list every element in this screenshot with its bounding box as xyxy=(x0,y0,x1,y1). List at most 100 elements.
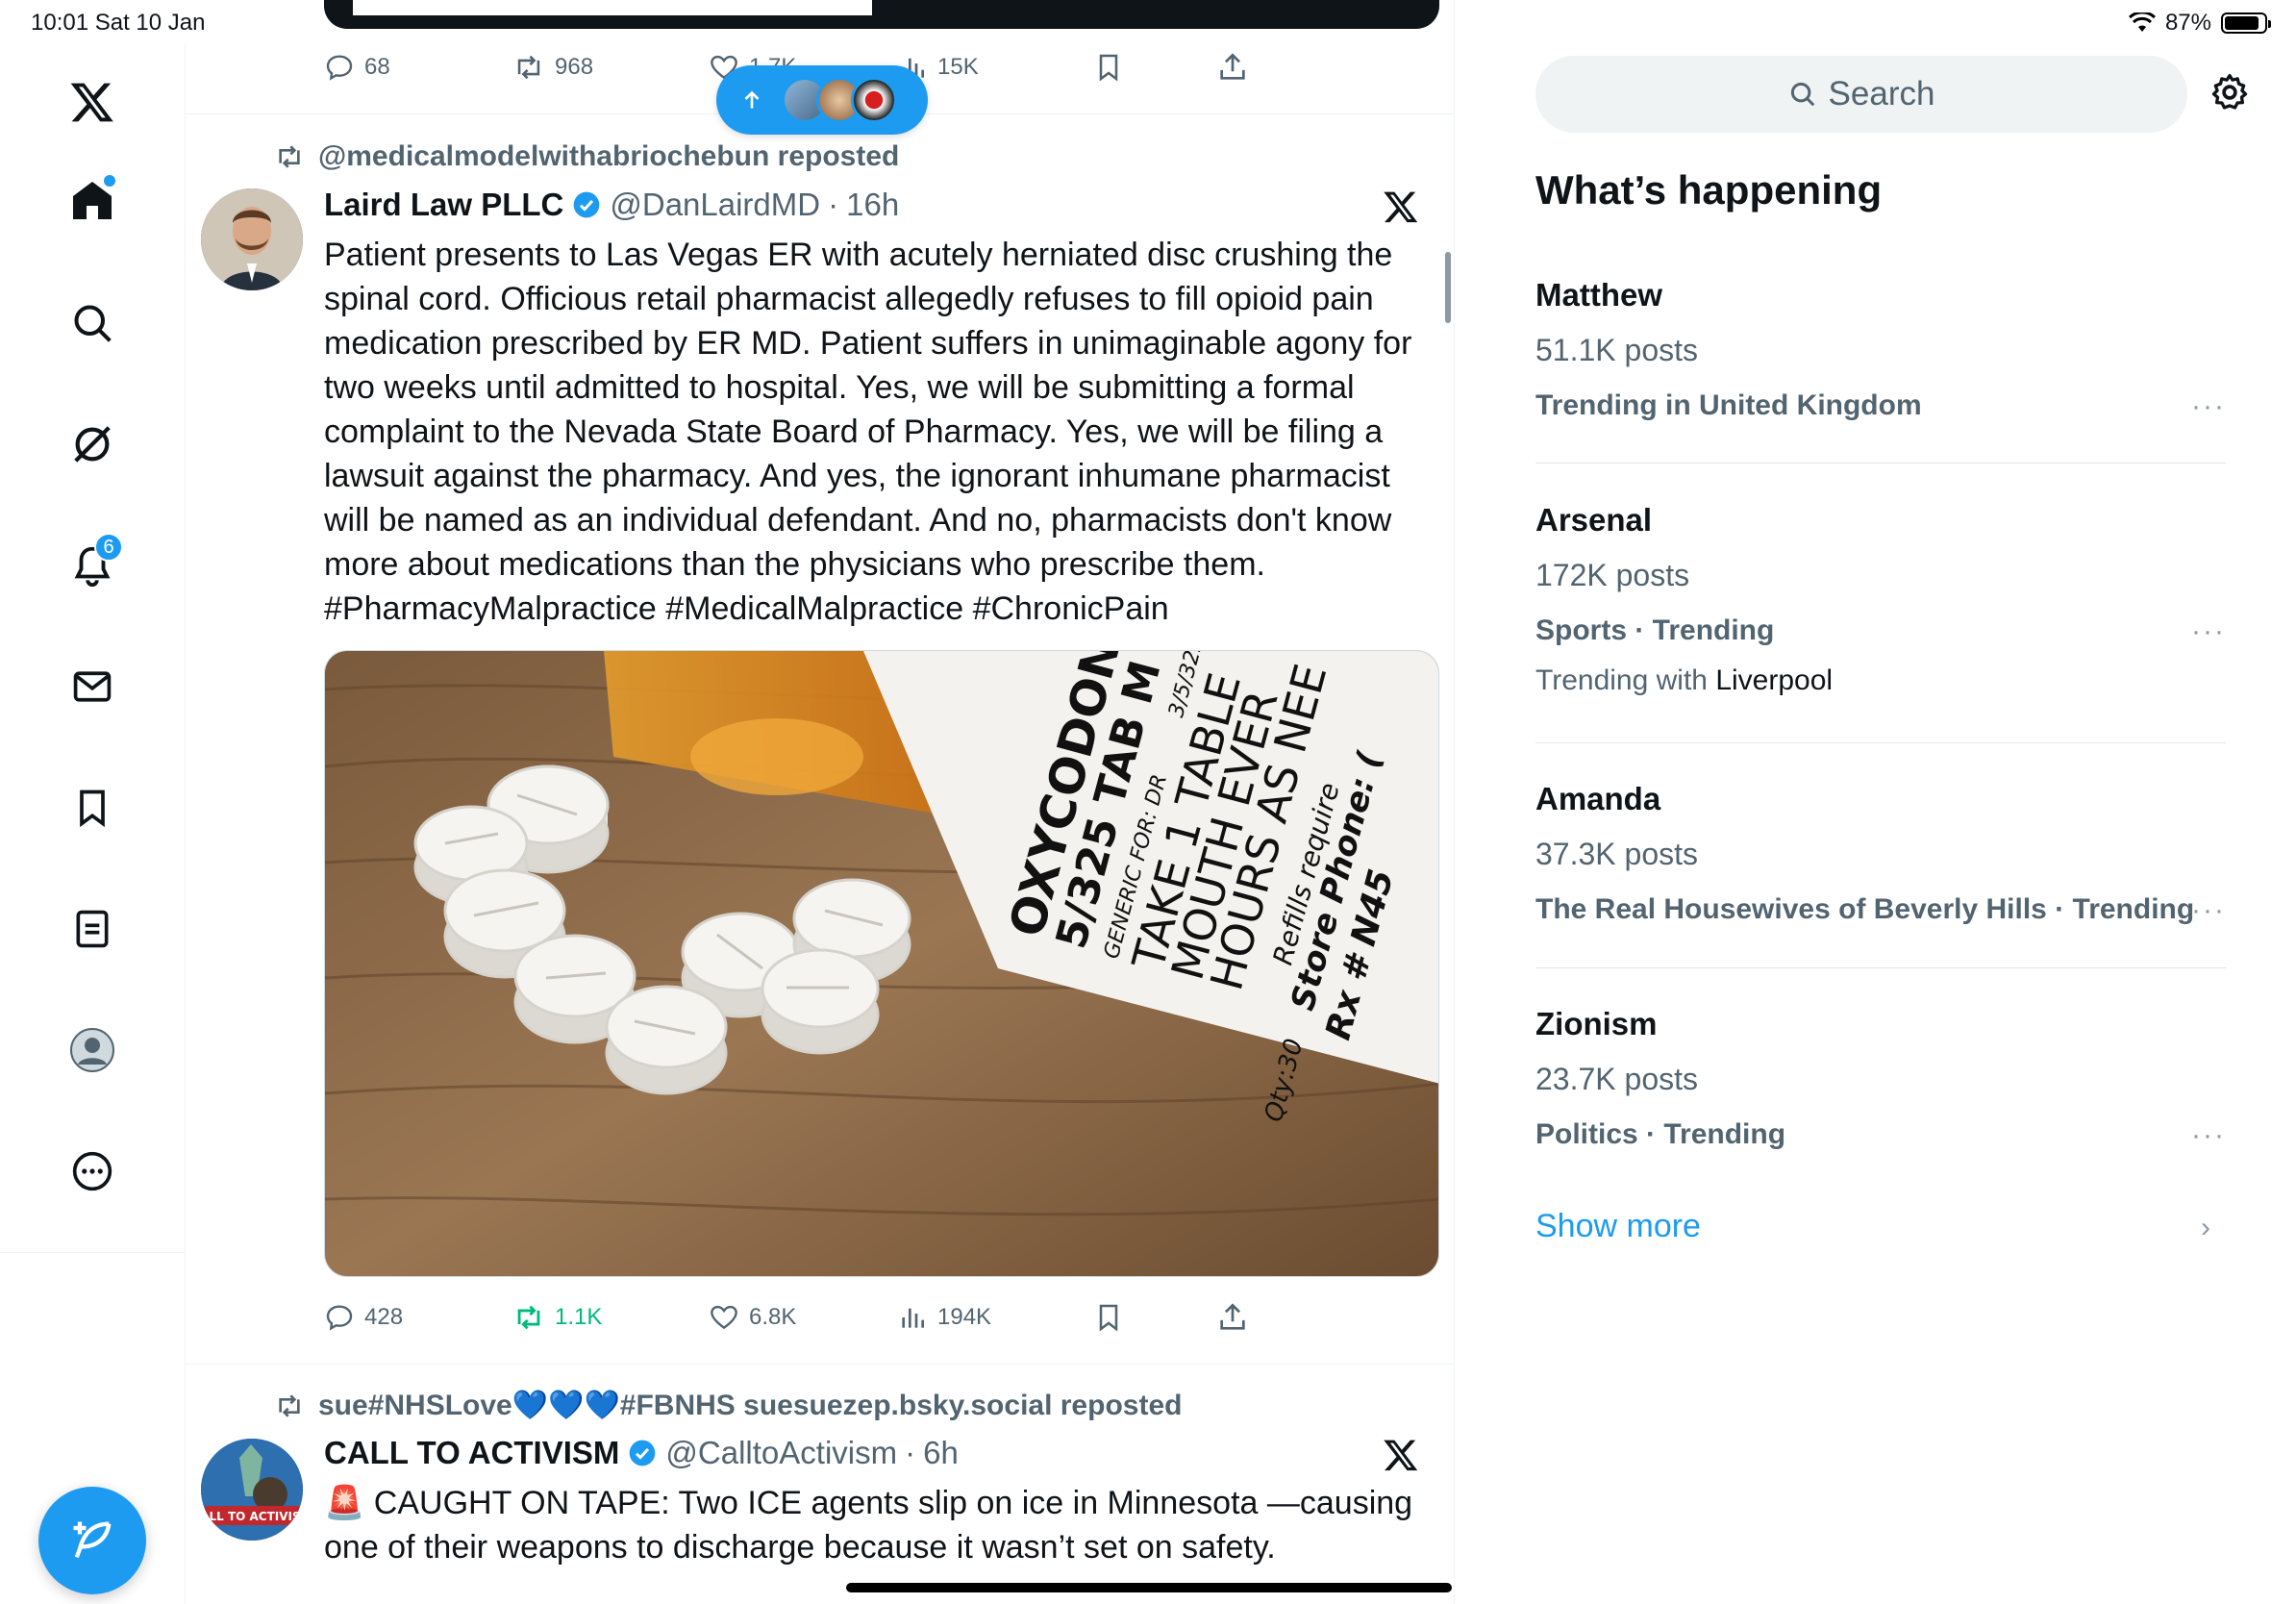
heart-icon xyxy=(711,1305,737,1330)
repost-context[interactable]: sue#NHSLove💙💙💙#FBNHS suesuezep.bsky.soci… xyxy=(274,1389,1182,1422)
reply-count: 428 xyxy=(364,1304,404,1330)
gear-icon xyxy=(2211,73,2248,110)
avatar[interactable]: CALL TO ACTIVISM xyxy=(201,1439,303,1541)
reply-button[interactable]: 428 xyxy=(324,1302,403,1333)
home-indicator[interactable] xyxy=(846,1583,1452,1592)
tweet-header: Laird Law PLLC @DanLairdMD · 16h xyxy=(324,187,899,223)
scrollbar[interactable] xyxy=(1445,252,1451,323)
previous-tweet-media[interactable] xyxy=(324,0,1439,29)
trend-item[interactable]: Zionism 23.7K posts Politics · Trending … xyxy=(1535,1006,2226,1151)
search-placeholder: Search xyxy=(1828,75,1935,113)
search-icon xyxy=(74,305,112,342)
avatar[interactable] xyxy=(201,188,303,290)
reply-icon xyxy=(326,1305,353,1331)
avatar-logo-text: CALL TO ACTIVISM xyxy=(201,1510,303,1523)
repost-button[interactable]: 1.1K xyxy=(512,1301,602,1334)
show-more-link[interactable]: Show more xyxy=(1535,1208,1701,1245)
more-circle-icon xyxy=(72,1151,112,1191)
trend-context: Trending in United Kingdom xyxy=(1535,389,1922,421)
trend-context: Politics · Trending xyxy=(1535,1118,1786,1150)
like-button[interactable]: 6.8K xyxy=(709,1302,796,1333)
nav-notifications[interactable]: 6 xyxy=(54,527,131,604)
search-input[interactable]: Search xyxy=(1535,56,2187,133)
pill-bottle-photo: OXYCODON 5/325 TAB M GENERIC FOR: DR 3/5… xyxy=(325,651,1438,1276)
trend-divider xyxy=(1535,742,2226,743)
settings-button[interactable] xyxy=(2209,71,2251,118)
share-icon xyxy=(1220,53,1245,80)
nav-bookmarks[interactable] xyxy=(54,769,131,846)
repost-icon xyxy=(517,55,540,80)
bookmark-button[interactable] xyxy=(1093,52,1124,83)
tweet-divider xyxy=(186,1364,1454,1365)
bookmark-icon xyxy=(1099,1304,1118,1332)
new-post-avatar xyxy=(851,77,897,123)
trend-post-count: 37.3K posts xyxy=(1535,837,1698,871)
share-button[interactable] xyxy=(1216,51,1249,84)
nav-search[interactable] xyxy=(54,285,131,362)
author-name[interactable]: Laird Law PLLC xyxy=(324,187,563,223)
nav-grok[interactable] xyxy=(54,406,131,483)
share-button[interactable] xyxy=(1216,1301,1249,1334)
trend-more-button[interactable]: ··· xyxy=(2191,1119,2226,1152)
bookmark-icon xyxy=(80,789,105,828)
nav-divider xyxy=(0,1252,186,1253)
compose-button[interactable] xyxy=(38,1487,146,1594)
author-handle[interactable]: @DanLairdMD xyxy=(610,187,820,223)
trend-context: Sports · Trending xyxy=(1535,614,1775,646)
nav-more[interactable] xyxy=(54,1133,131,1210)
trend-name: Matthew xyxy=(1535,277,1662,313)
whats-happening-heading: What’s happening xyxy=(1535,167,1883,213)
right-sidebar: Search What’s happening Matthew 51.1K po… xyxy=(1455,0,2296,1604)
bookmark-button[interactable] xyxy=(1093,1302,1124,1333)
left-nav: 6 xyxy=(0,44,186,1604)
trend-post-count: 51.1K posts xyxy=(1535,333,1698,367)
repost-context[interactable]: @medicalmodelwithabriochebun reposted xyxy=(274,140,899,173)
search-icon xyxy=(1790,82,1814,107)
trend-related-link[interactable]: Liverpool xyxy=(1715,664,1833,696)
trend-more-button[interactable]: ··· xyxy=(2191,894,2226,927)
tweet-text: 🚨 CAUGHT ON TAPE: Two ICE agents slip on… xyxy=(324,1485,1413,1566)
trend-name: Amanda xyxy=(1535,781,1661,816)
status-time: 10:01 Sat 10 Jan xyxy=(31,10,206,36)
tweet-image[interactable]: OXYCODON 5/325 TAB M GENERIC FOR: DR 3/5… xyxy=(324,650,1439,1277)
trend-more-button[interactable]: ··· xyxy=(2191,390,2226,423)
trend-item[interactable]: Amanda 37.3K posts The Real Housewives o… xyxy=(1535,781,2226,926)
nav-lists[interactable] xyxy=(54,890,131,967)
trend-item[interactable]: Arsenal 172K posts Sports · Trending Tre… xyxy=(1535,502,2226,697)
separator-dot: · xyxy=(828,187,839,222)
new-posts-pill[interactable] xyxy=(716,65,928,135)
call-to-activism-logo: CALL TO ACTIVISM xyxy=(201,1439,303,1541)
tweet-time[interactable]: 16h xyxy=(846,187,899,223)
views-button[interactable]: 194K xyxy=(897,1302,991,1333)
repost-label: @medicalmodelwithabriochebun reposted xyxy=(318,140,900,172)
trend-item[interactable]: Matthew 51.1K posts Trending in United K… xyxy=(1535,277,2226,422)
separator-dot: · xyxy=(905,1435,916,1470)
trend-post-count: 172K posts xyxy=(1535,558,1690,592)
author-name[interactable]: CALL TO ACTIVISM xyxy=(324,1435,619,1471)
trend-divider xyxy=(1535,967,2226,968)
author-handle[interactable]: @CalltoActivism xyxy=(665,1435,897,1471)
nav-messages[interactable] xyxy=(54,648,131,725)
share-icon xyxy=(1220,1303,1245,1330)
timeline-feed[interactable]: 68 968 1.7K 15K @medicalmodelwithabrioch xyxy=(186,0,1455,1604)
tweet-time[interactable]: 6h xyxy=(923,1435,959,1471)
repost-button[interactable]: 968 xyxy=(512,51,593,84)
nav-profile[interactable] xyxy=(54,1012,131,1089)
nav-home[interactable] xyxy=(54,162,131,238)
verified-badge-icon xyxy=(574,191,600,218)
verified-badge-icon xyxy=(630,1440,656,1466)
repost-icon xyxy=(279,145,300,168)
trend-subtext-prefix: Trending with xyxy=(1535,664,1716,696)
repost-icon xyxy=(517,1305,540,1330)
trend-more-button[interactable]: ··· xyxy=(2191,615,2226,648)
x-logo-icon[interactable] xyxy=(54,63,131,140)
x-logo-icon xyxy=(1383,1437,1419,1478)
repost-icon xyxy=(279,1393,300,1417)
trend-name: Arsenal xyxy=(1535,502,1653,538)
reply-icon xyxy=(326,55,353,81)
trend-subtext: Trending with Liverpool xyxy=(1535,664,2226,697)
reply-button[interactable]: 68 xyxy=(324,52,390,83)
views-count: 15K xyxy=(937,54,979,80)
compose-feather-icon xyxy=(73,1521,112,1559)
chevron-right-icon: › xyxy=(2201,1212,2210,1243)
